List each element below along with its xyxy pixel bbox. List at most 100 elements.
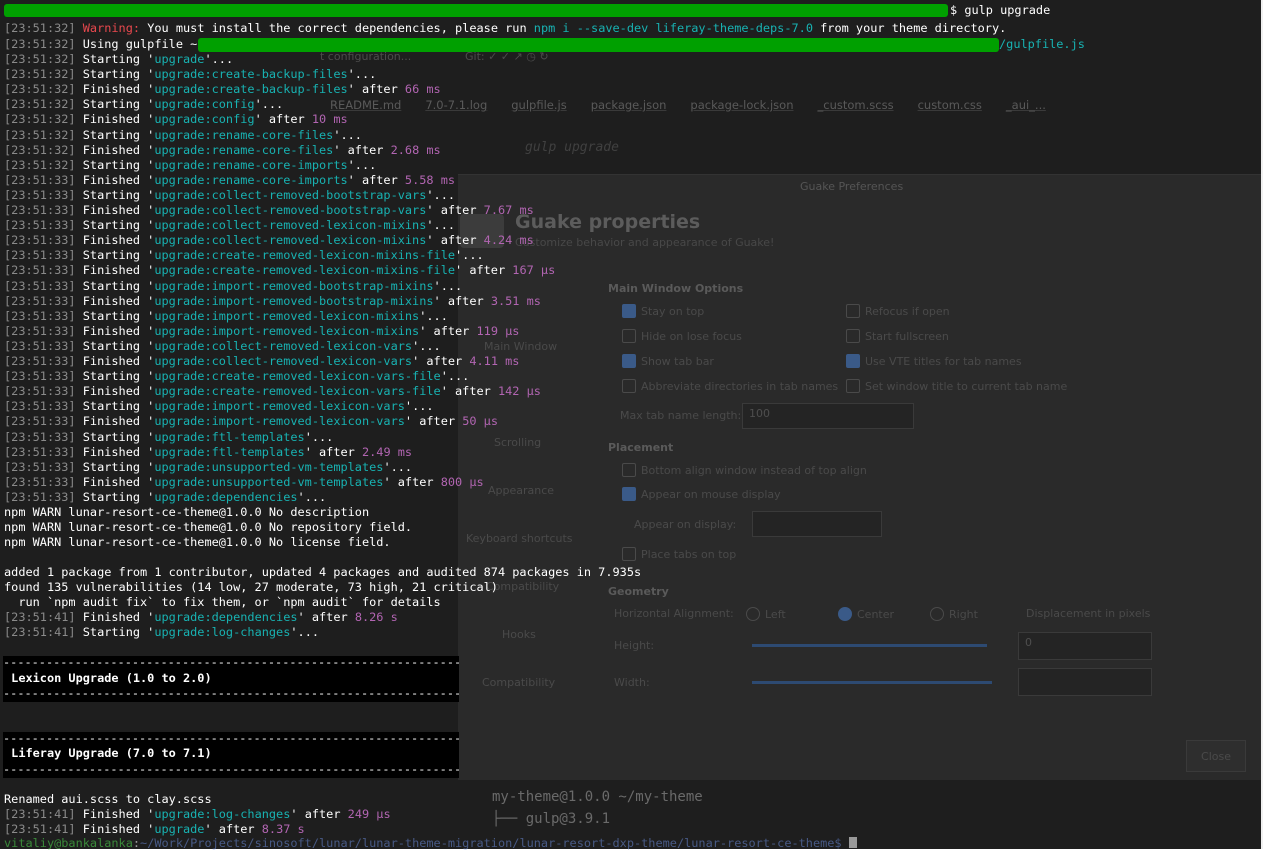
gulp-task-line: [23:51:32] Starting 'upgrade:config'... — [4, 97, 284, 112]
npm-vulnerabilities-line: found 135 vulnerabilities (14 low, 27 mo… — [4, 580, 498, 594]
task-timestamp: [23:51:41] — [4, 625, 76, 640]
gulp-task-line: [23:51:33] Finished 'upgrade:create-remo… — [4, 263, 556, 278]
task-timestamp: [23:51:33] — [4, 354, 76, 368]
task-name: upgrade:import-removed-lexicon-mixins — [154, 308, 420, 323]
task-timestamp: [23:51:33] — [4, 489, 76, 504]
task-name: upgrade:collect-removed-bootstrap-vars — [154, 187, 427, 202]
task-name: upgrade:config — [154, 112, 255, 127]
task-name: upgrade:unsupported-vm-templates — [154, 474, 384, 489]
task-name: upgrade:log-changes — [154, 625, 291, 640]
gulp-task-line: [23:51:32] Finished 'upgrade:config' aft… — [4, 112, 348, 127]
gulp-task-line: [23:51:33] Finished 'upgrade:import-remo… — [4, 414, 498, 429]
task-timestamp: [23:51:33] — [4, 187, 76, 202]
gulp-task-line: [23:51:41] Finished 'upgrade:log-changes… — [4, 807, 391, 821]
task-duration: 8.26 s — [354, 610, 398, 624]
gulp-task-line: [23:51:33] Starting 'upgrade:import-remo… — [4, 308, 448, 323]
task-timestamp: [23:51:41] — [4, 807, 76, 821]
task-name: upgrade — [154, 52, 205, 66]
task-timestamp: [23:51:33] — [4, 338, 76, 353]
task-name: upgrade:collect-removed-lexicon-mixins — [154, 233, 427, 248]
task-timestamp: [23:51:33] — [4, 369, 76, 384]
task-timestamp: [23:51:33] — [4, 323, 76, 338]
task-timestamp: [23:51:33] — [4, 459, 76, 474]
task-timestamp: [23:51:33] — [4, 233, 76, 248]
task-name: upgrade:import-removed-bootstrap-mixins — [154, 293, 434, 308]
task-duration: 4.24 ms — [483, 233, 534, 248]
task-duration: 800 μs — [440, 474, 484, 489]
task-duration: 50 μs — [462, 414, 498, 429]
terminal-cursor — [848, 837, 857, 848]
task-timestamp: [23:51:32] — [4, 97, 76, 112]
lexicon-header: Lexicon Upgrade (1.0 to 2.0) — [4, 671, 212, 685]
task-duration: 4.11 ms — [469, 354, 520, 368]
gulp-task-line: [23:51:33] Starting 'upgrade:dependencie… — [4, 489, 327, 504]
task-timestamp: [23:51:33] — [4, 414, 76, 429]
task-timestamp: [23:51:33] — [4, 248, 76, 263]
banner-rule: ----------------------------------------… — [3, 762, 459, 776]
renamed-line: Renamed aui.scss to clay.scss — [4, 792, 212, 806]
task-timestamp: [23:51:33] — [4, 172, 76, 187]
task-name: upgrade:import-removed-bootstrap-mixins — [154, 278, 434, 293]
npm-added-line: added 1 package from 1 contributor, upda… — [4, 565, 642, 579]
task-duration: 5.58 ms — [404, 172, 456, 187]
gulp-task-line: [23:51:33] Finished 'upgrade:import-remo… — [4, 293, 541, 308]
task-timestamp: [23:51:33] — [4, 444, 76, 459]
task-timestamp: [23:51:33] — [4, 399, 76, 414]
gulp-task-line: [23:51:41] Finished 'upgrade:dependencie… — [4, 610, 398, 624]
gulp-task-line: [23:51:41] Finished 'upgrade' after 8.37… — [4, 822, 305, 837]
gulp-task-line: [23:51:32] Finished 'upgrade:rename-core… — [4, 142, 441, 157]
npm-warn-line: npm WARN lunar-resort-ce-theme@1.0.0 No … — [4, 505, 370, 519]
task-name: upgrade:create-removed-lexicon-vars-file — [154, 369, 441, 384]
gulp-task-line: [23:51:33] Starting 'upgrade:collect-rem… — [4, 338, 441, 353]
task-duration: 8.37 s — [261, 822, 305, 837]
task-name: upgrade — [154, 822, 205, 837]
task-name: upgrade:dependencies — [154, 610, 298, 624]
task-name: upgrade:ftl-templates — [154, 444, 305, 459]
gulp-task-line: [23:51:32] Starting 'upgrade'... — [4, 52, 234, 66]
task-name: upgrade:import-removed-lexicon-vars — [154, 399, 405, 414]
task-timestamp: [23:51:41] — [4, 610, 76, 624]
task-name: upgrade:rename-core-imports — [154, 172, 348, 187]
npm-audit-hint-line: run `npm audit fix` to fix them, or `npm… — [4, 595, 441, 609]
gulpfile-suffix: /gulpfile.js — [999, 37, 1085, 51]
task-duration: 66 ms — [404, 82, 441, 97]
task-timestamp: [23:51:33] — [4, 278, 76, 293]
terminal-output[interactable]: $ gulp upgrade [23:51:32] Warning: You m… — [0, 0, 1263, 850]
gulp-task-line: [23:51:33] Starting 'upgrade:import-remo… — [4, 399, 434, 414]
task-name: upgrade:config — [154, 97, 255, 112]
task-timestamp: [23:51:32] — [4, 67, 76, 82]
task-timestamp: [23:51:33] — [4, 218, 76, 233]
gulp-task-line: [23:51:33] Starting 'upgrade:collect-rem… — [4, 187, 456, 202]
gulp-task-line: [23:51:33] Starting 'upgrade:ftl-templat… — [4, 429, 334, 444]
prompt-command: $ gulp upgrade — [950, 3, 1051, 17]
task-duration: 2.68 ms — [390, 142, 441, 157]
banner-rule: ----------------------------------------… — [3, 731, 459, 745]
task-timestamp: [23:51:33] — [4, 308, 76, 323]
task-timestamp: [23:51:32] — [4, 52, 76, 66]
gulp-task-line: [23:51:33] Finished 'upgrade:collect-rem… — [4, 203, 534, 217]
task-timestamp: [23:51:32] — [4, 112, 76, 127]
gulp-task-line: [23:51:33] Finished 'upgrade:import-remo… — [4, 323, 520, 338]
task-name: upgrade:dependencies — [154, 489, 298, 504]
npm-warn-line: npm WARN lunar-resort-ce-theme@1.0.0 No … — [4, 535, 391, 549]
task-name: upgrade:create-removed-lexicon-mixins-fi… — [154, 248, 456, 263]
redacted-block — [4, 4, 948, 17]
task-name: upgrade:create-backup-files — [154, 67, 348, 82]
banner-rule: ----------------------------------------… — [3, 655, 459, 669]
warning-line: [23:51:32] Warning: You must install the… — [4, 21, 1007, 35]
task-name: upgrade:import-removed-lexicon-vars — [154, 414, 405, 429]
task-name: upgrade:collect-removed-lexicon-vars — [154, 354, 413, 368]
task-duration: 2.49 ms — [361, 444, 413, 459]
task-name: upgrade:rename-core-imports — [154, 157, 348, 172]
gulp-task-line: [23:51:33] Finished 'upgrade:ftl-templat… — [4, 444, 413, 459]
task-name: upgrade:ftl-templates — [154, 429, 305, 444]
gulp-task-line: [23:51:32] Finished 'upgrade:create-back… — [4, 82, 441, 97]
redacted-block — [198, 38, 999, 52]
task-timestamp: [23:51:33] — [4, 263, 76, 278]
task-duration: 7.67 ms — [483, 203, 534, 217]
gulp-task-line: [23:51:33] Starting 'upgrade:unsupported… — [4, 459, 413, 474]
gulp-task-line: [23:51:32] Starting 'upgrade:rename-core… — [4, 127, 362, 142]
task-name: upgrade:create-removed-lexicon-mixins-fi… — [154, 263, 456, 278]
task-name: upgrade:collect-removed-lexicon-mixins — [154, 218, 427, 233]
task-duration: 119 μs — [476, 323, 520, 338]
